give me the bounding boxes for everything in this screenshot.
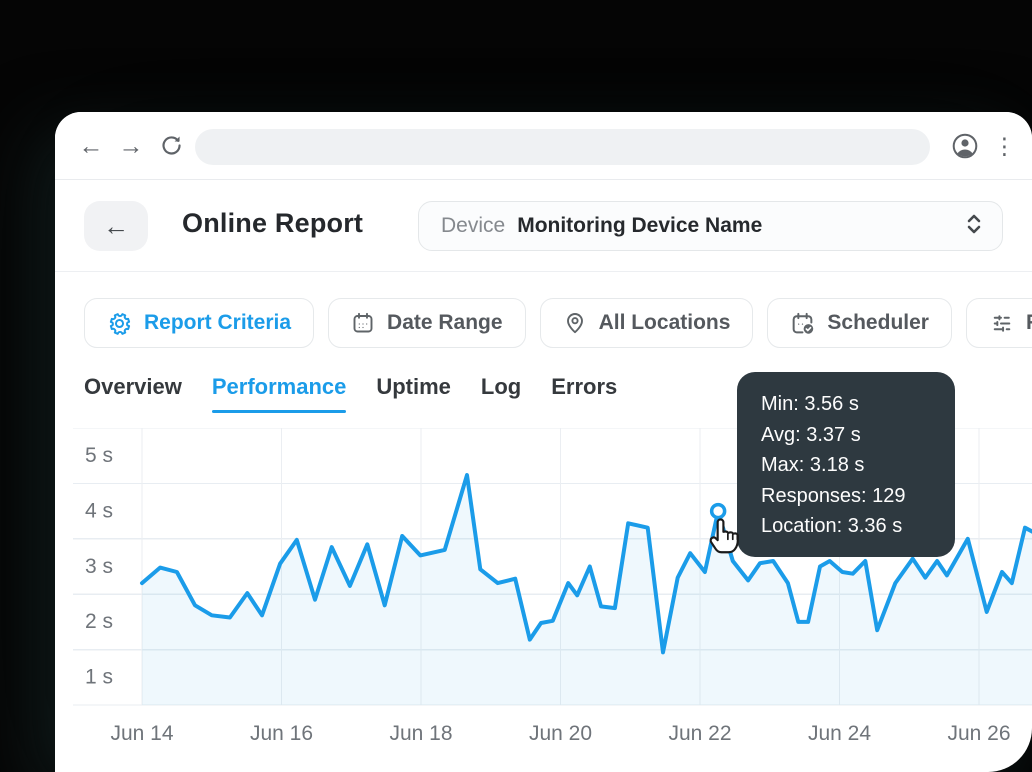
- chevron-up-down-icon: [964, 212, 984, 241]
- report-back-button[interactable]: ←: [84, 201, 148, 251]
- tooltip-avg: Avg: 3.37 s: [761, 420, 955, 451]
- calendar-icon: [351, 311, 375, 335]
- date-range-label: Date Range: [387, 311, 503, 335]
- report-toolbar: Report Criteria Date Range: [55, 272, 1032, 370]
- browser-menu-icon[interactable]: ⋮: [993, 129, 1013, 163]
- x-axis-tick-label: Jun 24: [808, 722, 871, 745]
- device-select[interactable]: Device Monitoring Device Name: [418, 201, 1003, 251]
- x-axis-tick-label: Jun 16: [250, 722, 313, 745]
- x-axis-tick-label: Jun 18: [389, 722, 452, 745]
- y-axis-tick-label: 1 s: [85, 666, 113, 689]
- y-axis-tick-label: 4 s: [85, 499, 113, 522]
- x-axis-tick-label: Jun 22: [668, 722, 731, 745]
- date-range-button[interactable]: Date Range: [328, 298, 526, 348]
- tooltip-responses: Responses: 129: [761, 481, 955, 512]
- tab-errors[interactable]: Errors: [551, 374, 617, 400]
- filter-button[interactable]: Filter: [966, 298, 1032, 348]
- tooltip-min: Min: 3.56 s: [761, 389, 955, 420]
- browser-forward-icon[interactable]: →: [115, 130, 147, 162]
- browser-reload-icon[interactable]: [155, 130, 187, 162]
- browser-window: ← → ⋮ ← Online Report: [55, 112, 1032, 772]
- location-pin-icon: [563, 311, 587, 335]
- tab-uptime[interactable]: Uptime: [376, 374, 451, 400]
- gear-icon: [107, 311, 132, 336]
- tab-performance[interactable]: Performance: [212, 374, 347, 400]
- scheduler-label: Scheduler: [827, 311, 929, 335]
- report-criteria-button[interactable]: Report Criteria: [84, 298, 314, 348]
- all-locations-button[interactable]: All Locations: [540, 298, 754, 348]
- datapoint-tooltip: Min: 3.56 s Avg: 3.37 s Max: 3.18 s Resp…: [737, 372, 955, 557]
- y-axis-tick-label: 5 s: [85, 444, 113, 467]
- tooltip-location: Location: 3.36 s: [761, 511, 955, 542]
- device-select-value: Monitoring Device Name: [517, 214, 964, 238]
- filter-label: Filter: [1026, 311, 1032, 335]
- all-locations-label: All Locations: [599, 311, 731, 335]
- tab-overview[interactable]: Overview: [84, 374, 182, 400]
- x-axis-tick-label: Jun 14: [110, 722, 173, 745]
- report-criteria-label: Report Criteria: [144, 311, 291, 335]
- device-select-label: Device: [441, 214, 505, 238]
- browser-back-icon[interactable]: ←: [75, 130, 107, 162]
- highlighted-datapoint[interactable]: [712, 505, 725, 518]
- y-axis-tick-label: 2 s: [85, 610, 113, 633]
- backdrop: ← → ⋮ ← Online Report: [0, 0, 1032, 772]
- browser-chrome: ← → ⋮: [55, 112, 1032, 180]
- calendar-check-icon: [790, 311, 815, 336]
- profile-avatar-icon[interactable]: [951, 132, 979, 165]
- x-axis-tick-label: Jun 26: [947, 722, 1010, 745]
- tooltip-max: Max: 3.18 s: [761, 450, 955, 481]
- page-title: Online Report: [182, 208, 363, 239]
- sliders-icon: [989, 311, 1014, 336]
- tab-log[interactable]: Log: [481, 374, 521, 400]
- chart-area: Jun 14 Jun 16 Jun 18 Jun 20 Jun 22 Jun 24 Jun …: [55, 428, 1032, 772]
- address-bar[interactable]: [195, 129, 930, 165]
- y-axis-tick-label: 3 s: [85, 555, 113, 578]
- x-axis-tick-label: Jun 20: [529, 722, 592, 745]
- scheduler-button[interactable]: Scheduler: [767, 298, 952, 348]
- report-header: ← Online Report Device Monitoring Device…: [55, 180, 1032, 272]
